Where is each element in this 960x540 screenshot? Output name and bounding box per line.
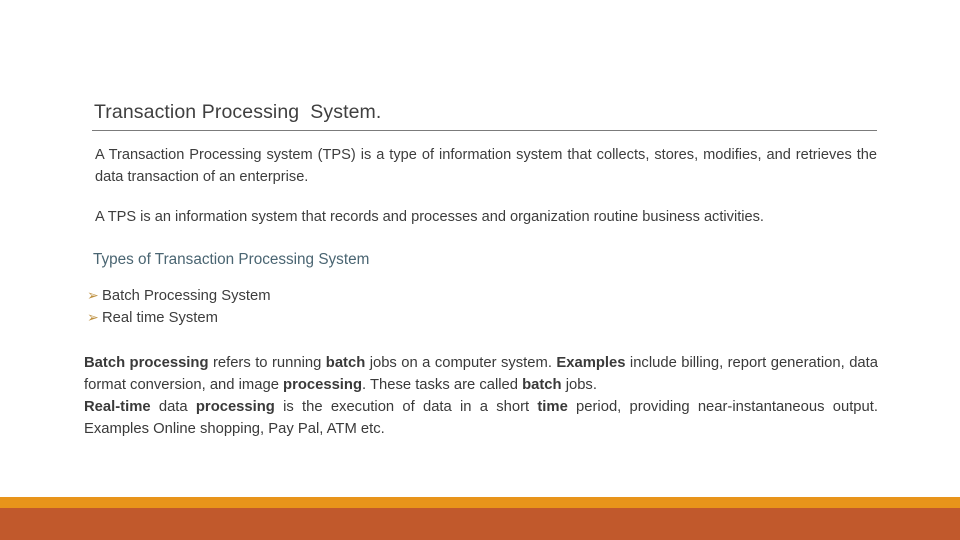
- arrow-bullet-icon: ➢: [87, 309, 99, 326]
- slide-canvas: Transaction Processing System. A Transac…: [0, 0, 960, 540]
- batch-term-tertiary: batch: [522, 377, 562, 394]
- realtime-text-2: is the execution of data in a short: [274, 399, 538, 416]
- processing-term: processing: [283, 377, 362, 394]
- examples-term: Examples: [556, 354, 626, 371]
- batch-term-primary: Batch processing: [84, 354, 209, 371]
- title-divider: [92, 130, 877, 132]
- definition-paragraph: A TPS is an information system that reco…: [95, 209, 764, 226]
- realtime-text-1: data: [150, 399, 196, 416]
- time-term: time: [537, 399, 568, 416]
- page-title: Transaction Processing System.: [94, 101, 382, 123]
- closing-description: Batch processing refers to running batch…: [84, 352, 878, 441]
- realtime-term: Real-time: [84, 399, 151, 416]
- list-item: ➢ Batch Processing System: [87, 286, 878, 308]
- batch-term-secondary: batch: [325, 354, 366, 371]
- list-item-label: Real time System: [102, 309, 218, 326]
- batch-text-4: . These tasks are called: [362, 377, 523, 394]
- footer-accent-stripe: [0, 497, 960, 508]
- section-heading-types: Types of Transaction Processing System: [93, 250, 370, 268]
- list-item: ➢ Real time System: [87, 308, 878, 330]
- batch-text-1: refers to running: [208, 354, 326, 371]
- footer-band: [0, 508, 960, 540]
- intro-paragraph: A Transaction Processing system (TPS) is…: [95, 147, 877, 185]
- batch-text-2: jobs on a computer system.: [365, 354, 557, 371]
- arrow-bullet-icon: ➢: [87, 288, 99, 305]
- realtime-processing-term: processing: [195, 399, 275, 416]
- types-list: ➢ Batch Processing System ➢ Real time Sy…: [87, 286, 878, 330]
- list-item-label: Batch Processing System: [102, 288, 271, 305]
- slide-content: Transaction Processing System. A Transac…: [84, 100, 878, 441]
- batch-text-5: jobs.: [561, 377, 597, 394]
